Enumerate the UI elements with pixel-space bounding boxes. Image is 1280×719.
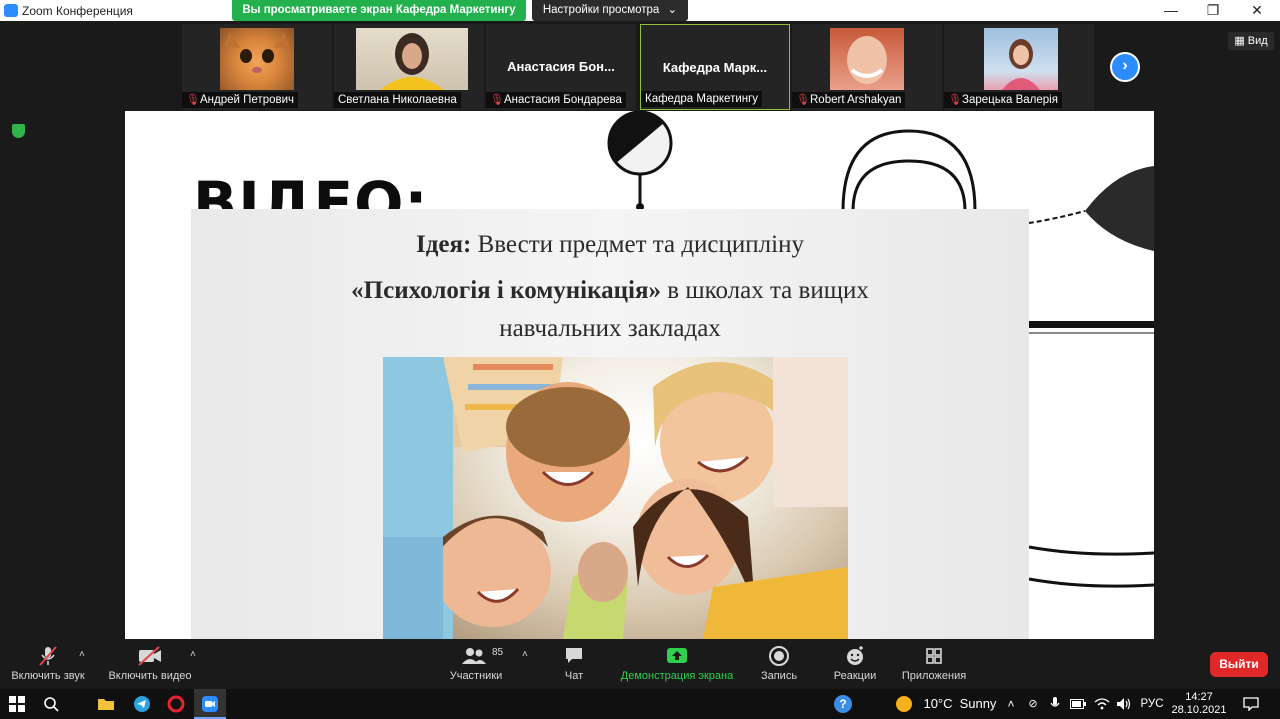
zoom-window: Zoom Конференция — ❐ ✕ Вы просматриваете… [0, 0, 1280, 719]
participant-name-label: Кафедра Маркетингу [641, 91, 763, 107]
participant-tile-active-speaker[interactable]: Кафедра Марк... Кафедра Маркетингу [640, 24, 790, 110]
windows-taskbar: ? 10°C Sunny ˄ ⊘ РУС 14:27 28.10.2021 [0, 689, 1280, 719]
chevron-down-icon: ⌄ [667, 4, 678, 16]
input-language[interactable]: РУС [1138, 689, 1166, 719]
apps-icon [896, 645, 972, 667]
children-photo [383, 357, 848, 639]
speaker-icon[interactable] [1114, 689, 1134, 719]
close-button[interactable]: ✕ [1242, 1, 1272, 19]
mic-muted-icon: 🎙 [796, 94, 810, 106]
participant-tile[interactable]: Светлана Николаевна [334, 24, 484, 110]
start-video-button[interactable]: Включить видео [106, 639, 194, 689]
mic-muted-icon: 🎙 [948, 94, 962, 106]
maximize-button[interactable]: ❐ [1198, 1, 1228, 19]
record-button[interactable]: Запись [752, 639, 806, 689]
participants-options-caret[interactable]: ˄ [522, 649, 528, 660]
participant-name-label: 🎙Зарецька Валерія [944, 92, 1062, 108]
file-explorer-icon[interactable] [94, 689, 118, 719]
clock-date: 28.10.2021 [1171, 704, 1227, 716]
minimize-button[interactable]: — [1156, 1, 1186, 19]
reactions-button[interactable]: Реакции [826, 639, 884, 689]
share-screen-button[interactable]: Демонстрация экрана [616, 639, 738, 689]
chevron-up-icon[interactable]: ˄ [1002, 689, 1020, 719]
mic-tray-icon[interactable]: ⊘ [1024, 689, 1042, 719]
leave-meeting-button[interactable]: Выйти [1210, 652, 1268, 677]
participant-video-cat [220, 28, 294, 90]
participant-video-girl [984, 28, 1058, 90]
zoom-app-icon [4, 4, 18, 17]
shared-screen: ВІДЕО: Ідея: Ввести предмет та дисциплін… [125, 111, 1154, 639]
wifi-icon[interactable] [1092, 689, 1112, 719]
view-settings-button[interactable]: Настройки просмотра ⌄ [532, 0, 688, 21]
view-button[interactable]: ▦ Вид [1228, 32, 1274, 50]
telegram-icon[interactable] [130, 689, 154, 719]
slide-text-line-2: «Психологія і комунікація» в школах та в… [351, 277, 869, 304]
presentation-slide: Ідея: Ввести предмет та дисципліну «Псих… [191, 209, 1029, 639]
microphone-icon[interactable] [1046, 689, 1064, 719]
participants-button[interactable]: 85 Участники [440, 639, 512, 689]
participant-tile[interactable]: 🎙Зарецька Валерія [944, 24, 1094, 110]
grid-icon: ▦ [1234, 35, 1248, 47]
encryption-shield-icon[interactable] [12, 124, 25, 138]
mic-muted-icon: 🎙 [490, 94, 504, 106]
weather-condition: Sunny [959, 696, 997, 711]
windows-start-icon[interactable] [6, 689, 28, 719]
chat-icon [548, 645, 600, 667]
help-icon[interactable]: ? [832, 689, 854, 719]
participant-name-label: 🎙Анастасия Бондарева [486, 92, 626, 108]
camera-off-icon [106, 645, 194, 667]
window-title: Zoom Конференция [22, 4, 133, 18]
unmute-button[interactable]: Включить звук [4, 639, 92, 689]
meeting-toolbar: Включить звук ˄ Включить видео ˄ 85 Учас… [0, 639, 1280, 689]
opera-icon[interactable] [164, 689, 188, 719]
participants-count: 85 [492, 647, 504, 658]
mic-muted-icon: 🎙 [186, 94, 200, 106]
clock-time: 14:27 [1185, 691, 1213, 703]
slide-text-line-3: навчальних закладах [499, 315, 721, 342]
participant-display-name: Анастасия Бон... [507, 59, 615, 74]
screen-share-banner: Вы просматриваете экран Кафедра Маркетин… [232, 0, 526, 21]
participant-name-label: Светлана Николаевна [334, 92, 461, 108]
share-screen-icon [616, 645, 738, 667]
reaction-icon [826, 645, 884, 667]
participant-display-name: Кафедра Марк... [662, 60, 768, 75]
system-clock[interactable]: 14:27 28.10.2021 [1170, 689, 1228, 719]
search-icon[interactable] [40, 689, 62, 719]
participant-name-label: 🎙Андрей Петрович [182, 92, 299, 108]
participant-tile[interactable]: 🎙Robert Arshakyan [792, 24, 942, 110]
record-icon [752, 645, 806, 667]
chat-button[interactable]: Чат [548, 639, 600, 689]
video-options-caret[interactable]: ˄ [190, 649, 196, 660]
participant-tile[interactable]: 🎙Андрей Петрович [182, 24, 332, 110]
weather-temperature: 10°C [923, 696, 953, 711]
apps-button[interactable]: Приложения [896, 639, 972, 689]
weather-sun-icon [894, 689, 914, 719]
zoom-taskbar-icon[interactable] [194, 689, 226, 719]
next-participants-button[interactable]: › [1110, 52, 1140, 82]
participant-name-label: 🎙Robert Arshakyan [792, 92, 906, 108]
notifications-icon[interactable] [1240, 689, 1262, 719]
view-settings-label: Настройки просмотра [542, 4, 660, 16]
slide-text-line-1: Ідея: Ввести предмет та дисципліну [416, 231, 804, 258]
participant-video-smiling-woman [830, 28, 904, 90]
participant-video-woman [356, 28, 468, 90]
audio-options-caret[interactable]: ˄ [79, 649, 85, 660]
battery-icon[interactable] [1068, 689, 1088, 719]
participant-tile[interactable]: Анастасия Бон... 🎙Анастасия Бондарева [486, 24, 636, 110]
